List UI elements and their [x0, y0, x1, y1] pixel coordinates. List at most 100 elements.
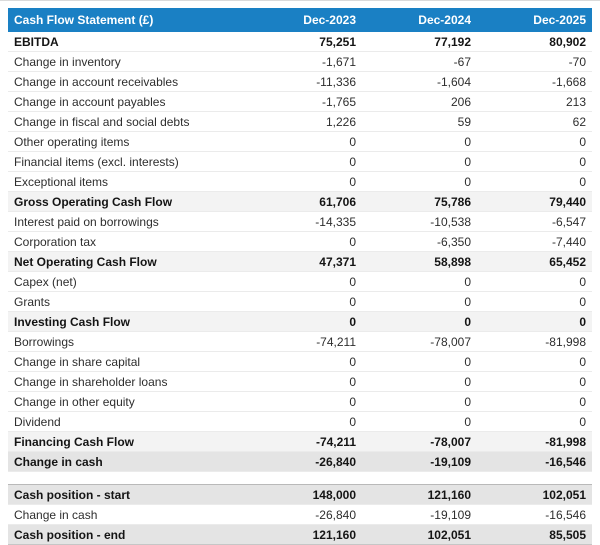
- table-row: Borrowings -74,211 -78,007 -81,998: [8, 332, 592, 352]
- table-row: Change in inventory -1,671 -67 -70: [8, 52, 592, 72]
- row-label: Financing Cash Flow: [14, 434, 135, 449]
- row-label: Change in cash: [14, 507, 98, 522]
- row-label: Investing Cash Flow: [14, 314, 131, 329]
- table-row: Change in cash -26,840 -19,109 -16,546: [8, 505, 592, 525]
- row-value: 79,440: [549, 194, 586, 209]
- table-row: Change in fiscal and social debts 1,226 59…: [8, 112, 592, 132]
- table-title: Cash Flow Statement (£): [8, 8, 247, 32]
- table-row: Gross Operating Cash Flow 61,706 75,786 79,…: [8, 191, 592, 212]
- row-value: -81,998: [545, 434, 586, 449]
- row-value: 0: [464, 374, 471, 389]
- row-value: 0: [349, 374, 356, 389]
- row-value: -19,109: [430, 454, 471, 469]
- table-row: Net Operating Cash Flow 47,371 58,898 65,45…: [8, 251, 592, 272]
- row-value: -26,840: [315, 454, 356, 469]
- row-value: 0: [349, 174, 356, 189]
- row-value: -1,671: [321, 54, 356, 69]
- table-row: Change in shareholder loans 0 0 0: [8, 372, 592, 392]
- row-label: Change in inventory: [14, 54, 121, 69]
- row-value: -81,998: [545, 334, 586, 349]
- row-label: Interest paid on borrowings: [14, 214, 159, 229]
- row-value: 75,786: [434, 194, 471, 209]
- table-row: Exceptional items 0 0 0: [8, 172, 592, 192]
- section-gap-cell: [8, 471, 592, 485]
- table-row: Investing Cash Flow 0 0 0: [8, 311, 592, 332]
- row-value: 0: [464, 174, 471, 189]
- table-row: Interest paid on borrowings -14,335 -10,53…: [8, 212, 592, 232]
- row-value: 80,902: [549, 34, 586, 49]
- row-value: 0: [579, 394, 586, 409]
- row-value: 0: [464, 354, 471, 369]
- row-value: 0: [464, 314, 471, 329]
- row-value: -7,440: [551, 234, 586, 249]
- row-value: 0: [464, 294, 471, 309]
- row-value: 206: [450, 94, 471, 109]
- row-value: 0: [579, 314, 586, 329]
- table-row: Dividend 0 0 0: [8, 412, 592, 432]
- row-label: Dividend: [14, 414, 61, 429]
- row-value: -70: [568, 54, 586, 69]
- row-value: 0: [349, 314, 356, 329]
- row-label: EBITDA: [14, 34, 59, 49]
- row-value: -78,007: [430, 334, 471, 349]
- table-body: EBITDA 75,251 77,192 80,902 Change in invent…: [8, 32, 592, 545]
- row-label: Change in fiscal and social debts: [14, 114, 190, 129]
- row-value: 0: [349, 294, 356, 309]
- row-value: -10,538: [430, 214, 471, 229]
- row-value: 75,251: [319, 34, 356, 49]
- row-value: 0: [579, 274, 586, 289]
- column-header-dec-2024: Dec-2024: [362, 8, 477, 32]
- table-row: Cash position - end 121,160 102,051 85,505: [8, 524, 592, 545]
- row-label: Net Operating Cash Flow: [14, 254, 157, 269]
- row-value: 47,371: [319, 254, 356, 269]
- row-value: -26,840: [315, 507, 356, 522]
- row-value: 0: [579, 154, 586, 169]
- table-row: Change in cash -26,840 -19,109 -16,546: [8, 451, 592, 472]
- row-value: 85,505: [549, 527, 586, 542]
- row-value: 65,452: [549, 254, 586, 269]
- row-value: 0: [464, 274, 471, 289]
- row-value: -1,765: [321, 94, 356, 109]
- row-label: Capex (net): [14, 274, 77, 289]
- row-value: -6,350: [436, 234, 471, 249]
- row-label: Change in account payables: [14, 94, 166, 109]
- row-value: 0: [579, 354, 586, 369]
- row-value: 0: [464, 394, 471, 409]
- row-value: 0: [349, 134, 356, 149]
- row-label: Financial items (excl. interests): [14, 154, 179, 169]
- row-value: 102,051: [427, 527, 471, 542]
- row-value: 0: [464, 414, 471, 429]
- column-header-dec-2025: Dec-2025: [477, 8, 592, 32]
- row-value: -78,007: [430, 434, 471, 449]
- table-row: Change in other equity 0 0 0: [8, 392, 592, 412]
- row-value: -16,546: [545, 507, 586, 522]
- row-value: 213: [565, 94, 586, 109]
- row-value: -6,547: [551, 214, 586, 229]
- row-label: Change in other equity: [14, 394, 135, 409]
- row-label: Exceptional items: [14, 174, 109, 189]
- cash-flow-statement-table: Cash Flow Statement (£) Dec-2023 Dec-202…: [8, 8, 592, 545]
- row-value: 0: [349, 354, 356, 369]
- row-value: 0: [349, 274, 356, 289]
- table-row: Change in account receivables -11,336 -1,6…: [8, 72, 592, 92]
- row-label: Corporation tax: [14, 234, 97, 249]
- row-value: -74,211: [315, 434, 356, 449]
- row-label: Change in shareholder loans: [14, 374, 168, 389]
- row-value: -19,109: [430, 507, 471, 522]
- row-label: Change in cash: [14, 454, 103, 469]
- table-row: Change in share capital 0 0 0: [8, 352, 592, 372]
- row-value: 61,706: [319, 194, 356, 209]
- row-value: -11,336: [316, 74, 356, 89]
- table-row: Change in account payables -1,765 206 213: [8, 92, 592, 112]
- row-value: 0: [579, 174, 586, 189]
- row-label: Change in account receivables: [14, 74, 179, 89]
- table-row: Capex (net) 0 0 0: [8, 272, 592, 292]
- page-top-rule: [0, 0, 600, 1]
- row-label: Other operating items: [14, 134, 130, 149]
- row-value: 121,160: [312, 527, 356, 542]
- table-row: Financial items (excl. interests) 0 0 0: [8, 152, 592, 172]
- row-value: -67: [453, 54, 471, 69]
- row-value: 0: [579, 294, 586, 309]
- row-label: Borrowings: [14, 334, 75, 349]
- row-value: 0: [349, 394, 356, 409]
